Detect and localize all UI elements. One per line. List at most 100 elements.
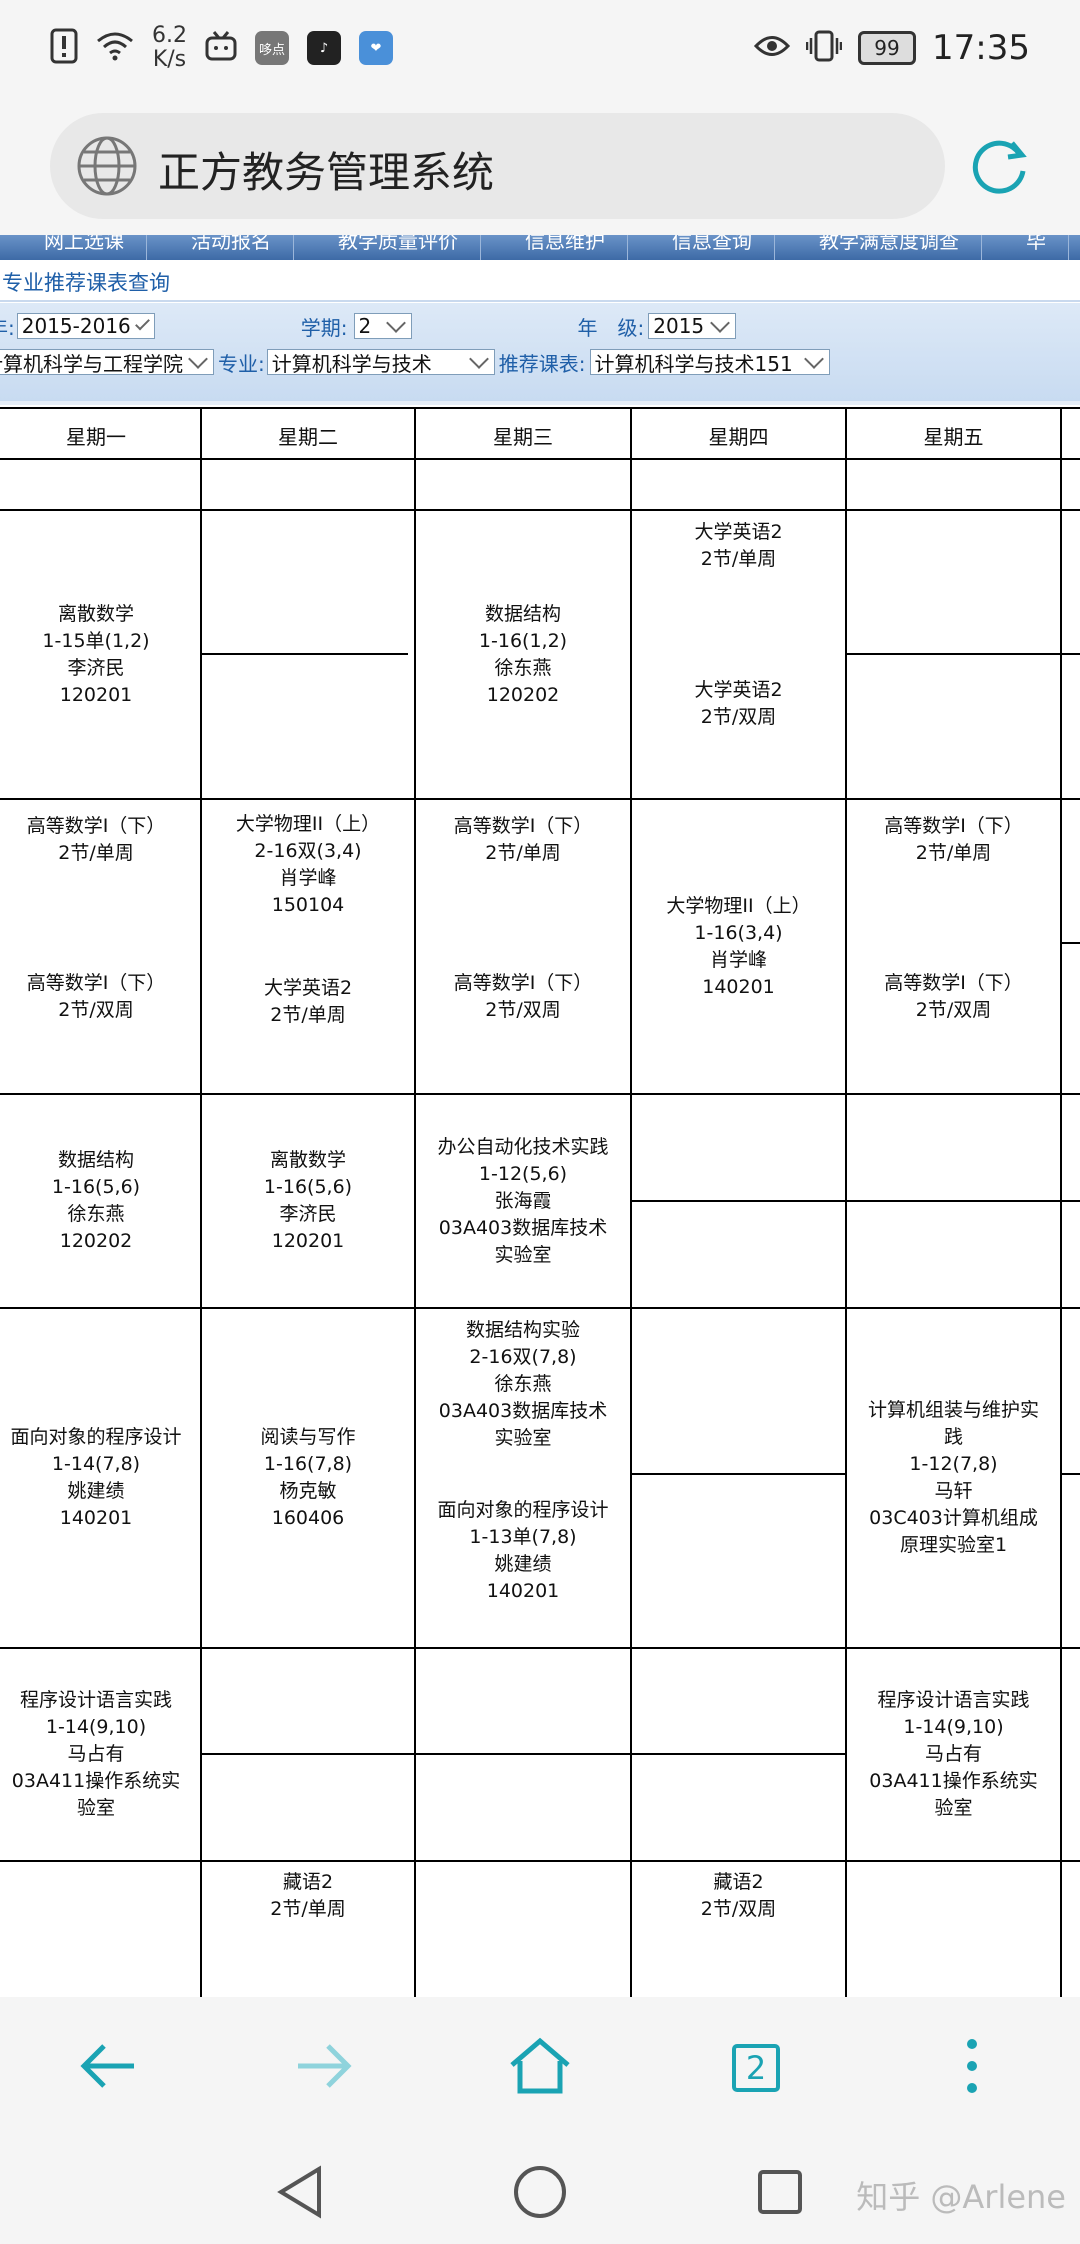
day-header-thursday: 星期四	[708, 425, 769, 449]
address-bar[interactable]: 正方教务管理系统	[50, 113, 945, 219]
semester-select[interactable]: 2	[353, 313, 412, 339]
course-cell[interactable]: 办公自动化技术实践 1-12(5,6) 张海霞 03A403数据库技术 实验室	[416, 1095, 630, 1307]
course-cell[interactable]: 高等数学I（下） 2节/单周	[416, 813, 630, 893]
course-room: 120201	[59, 683, 133, 706]
nav-item-activity[interactable]: 活动报名	[147, 235, 294, 260]
nav-item-info-maintenance[interactable]: 信息维护	[481, 235, 628, 260]
course-teacher: 姚建绩	[494, 1553, 552, 1575]
grid-line	[1062, 942, 1080, 944]
watermark: 知乎 @Arlene	[856, 2178, 1066, 2216]
course-cell[interactable]: 面向对象的程序设计 1-14(7,8) 姚建绩 140201	[0, 1309, 200, 1647]
nav-item-teaching-evaluation[interactable]: 教学质量评价	[294, 235, 481, 260]
college-select[interactable]: 计算机科学与工程学院	[0, 349, 214, 376]
tiktok-app-icon: ♪	[307, 31, 341, 65]
course-cell[interactable]: 高等数学I（下） 2节/双周	[0, 970, 200, 1050]
course-weeks: 1-16(5,6)	[51, 1176, 141, 1198]
arrow-left-icon	[78, 2041, 138, 2095]
nav-item-graduation[interactable]: 毕	[982, 235, 1069, 260]
web-page: 网上选课 活动报名 教学质量评价 信息维护 信息查询 教学满意度调查 毕 专业推…	[0, 235, 1080, 1997]
nav-menu: 网上选课 活动报名 教学质量评价 信息维护 信息查询 教学满意度调查 毕	[0, 235, 1080, 260]
arrow-right-icon	[294, 2041, 354, 2095]
course-name: 离散数学	[269, 1149, 346, 1171]
course-schedule: 2节/单周	[270, 1898, 346, 1920]
course-schedule: 2节/单周	[915, 842, 992, 864]
network-speed: 6.2 K/s	[152, 24, 187, 72]
course-room: 120201	[271, 1230, 345, 1252]
course-weeks: 1-16(3,4)	[694, 921, 783, 944]
course-name: 程序设计语言实践	[877, 1689, 1030, 1711]
breadcrumb: 专业推荐课表查询	[2, 271, 170, 295]
course-cell[interactable]: 程序设计语言实践 1-14(9,10) 马占有 03A411操作系统实 验室	[847, 1649, 1060, 1860]
course-cell[interactable]: 高等数学I（下） 2节/双周	[416, 970, 630, 1050]
grade-select-value: 2015	[653, 314, 705, 338]
course-cell[interactable]: 高等数学I（下） 2节/单周	[0, 813, 200, 893]
course-cell[interactable]: 藏语2 2节/双周	[632, 1869, 845, 1949]
status-bar: 6.2 K/s 哆点 ♪ ❤ 99 17:35	[0, 0, 1080, 95]
course-cell[interactable]: 大学物理II（上） 1-16(3,4) 肖学峰 140201	[632, 800, 845, 1093]
course-name: 阅读与写作	[260, 1426, 356, 1448]
course-cell[interactable]: 大学物理II（上） 2-16双(3,4) 肖学峰 150104	[202, 811, 414, 941]
course-name: 高等数学I（下）	[26, 815, 166, 837]
system-home-button[interactable]	[508, 2162, 572, 2226]
system-recents-button[interactable]	[748, 2162, 812, 2226]
course-teacher: 姚建绩	[67, 1480, 125, 1502]
course-room: 03C403计算机组成	[869, 1507, 1038, 1529]
year-select[interactable]: 2015-2016	[16, 313, 155, 339]
grade-select[interactable]: 2015	[648, 313, 737, 339]
reload-icon[interactable]	[968, 135, 1030, 201]
course-room: 实验室	[494, 1243, 552, 1266]
home-button[interactable]	[500, 2033, 580, 2103]
college-select-value: 计算机科学与工程学院	[0, 351, 183, 376]
course-cell[interactable]: 数据结构 1-16(5,6) 徐东燕 120202	[0, 1095, 200, 1307]
course-cell[interactable]: 高等数学I（下） 2节/单周	[847, 813, 1060, 893]
course-cell[interactable]: 数据结构 1-16(1,2) 徐东燕 120202	[416, 511, 630, 798]
course-name: 离散数学	[57, 602, 134, 625]
course-room: 验室	[76, 1797, 115, 1819]
course-teacher: 徐东燕	[494, 1373, 552, 1395]
forward-button[interactable]	[284, 2033, 364, 2103]
course-room: 150104	[271, 894, 345, 916]
course-cell[interactable]: 离散数学 1-16(5,6) 李济民 120201	[202, 1095, 414, 1307]
course-cell[interactable]: 大学英语2 2节/双周	[632, 677, 845, 757]
tabs-button[interactable]: 2	[716, 2033, 796, 2103]
major-select-value: 计算机科学与技术	[271, 351, 432, 376]
course-cell[interactable]: 计算机组装与维护实 践 1-12(7,8) 马轩 03C403计算机组成 原理实…	[847, 1309, 1060, 1647]
course-name: 高等数学I（下）	[26, 972, 166, 994]
course-name: 大学物理II（上）	[235, 813, 381, 835]
major-select[interactable]: 计算机科学与技术	[266, 349, 495, 376]
course-cell[interactable]: 面向对象的程序设计 1-13单(7,8) 姚建绩 140201	[416, 1497, 630, 1637]
course-cell[interactable]: 高等数学I（下） 2节/双周	[847, 970, 1060, 1050]
course-cell[interactable]: 藏语2 2节/单周	[202, 1869, 414, 1949]
grid-line	[200, 1753, 846, 1755]
course-cell[interactable]: 阅读与写作 1-16(7,8) 杨克敏 160406	[202, 1309, 414, 1647]
course-cell[interactable]: 离散数学 1-15单(1,2) 李济民 120201	[0, 511, 200, 798]
course-cell[interactable]: 程序设计语言实践 1-14(9,10) 马占有 03A411操作系统实 验室	[0, 1649, 200, 1860]
browser-toolbar: 正方教务管理系统	[0, 95, 1080, 235]
course-weeks: 1-14(9,10)	[45, 1716, 147, 1738]
course-teacher: 马占有	[67, 1743, 125, 1765]
network-speed-value: 6.2	[152, 23, 187, 48]
course-teacher: 徐东燕	[67, 1203, 125, 1225]
duodian-app-icon: 哆点	[255, 31, 289, 65]
system-back-button[interactable]	[268, 2162, 332, 2226]
chevron-down-icon	[468, 349, 489, 369]
course-cell[interactable]: 大学英语2 2节/单周	[202, 975, 414, 1055]
more-menu-button[interactable]	[932, 2033, 1012, 2103]
course-name: 数据结构实验	[465, 1319, 580, 1341]
course-cell[interactable]: 数据结构实验 2-16双(7,8) 徐东燕 03A403数据库技术 实验室	[416, 1317, 630, 1467]
grid-line	[0, 798, 1080, 800]
course-cell[interactable]: 大学英语2 2节/单周	[632, 519, 845, 599]
grid-line	[846, 653, 1080, 655]
course-weeks: 1-16(1,2)	[478, 629, 568, 652]
nav-item-online-course[interactable]: 网上选课	[0, 235, 147, 260]
nav-item-satisfaction-survey[interactable]: 教学满意度调查	[775, 235, 982, 260]
course-room: 原理实验室1	[899, 1534, 1008, 1556]
recommend-select[interactable]: 计算机科学与技术151	[589, 349, 830, 376]
course-teacher: 李济民	[279, 1203, 337, 1225]
day-header-tuesday: 星期二	[278, 425, 338, 449]
back-button[interactable]	[68, 2033, 148, 2103]
nav-item-info-query[interactable]: 信息查询	[628, 235, 775, 260]
course-teacher: 肖学峰	[709, 948, 767, 971]
course-schedule: 2节/双周	[700, 1898, 777, 1920]
semester-select-value: 2	[358, 314, 372, 338]
